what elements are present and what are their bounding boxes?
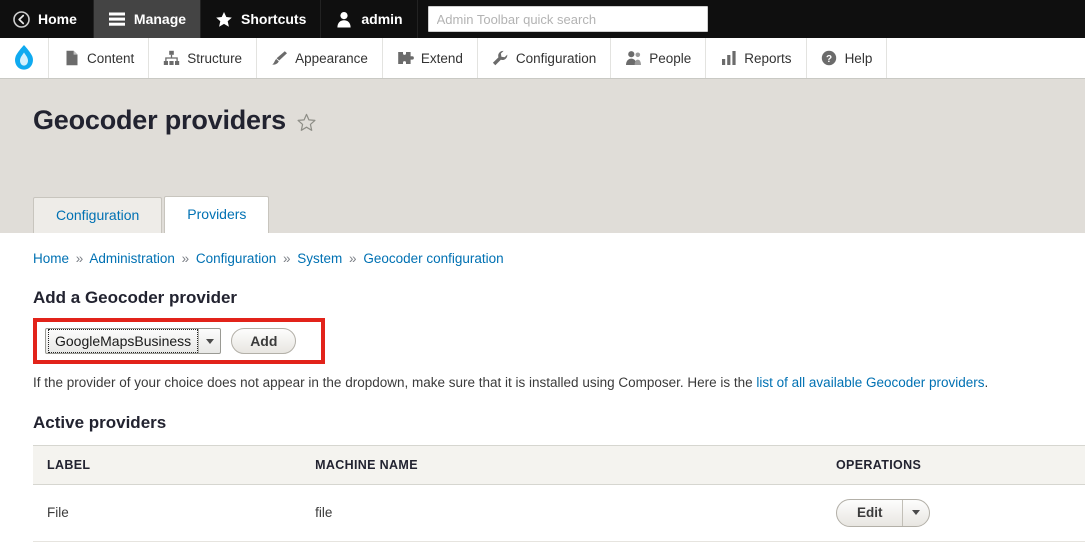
page-title-text: Geocoder providers (33, 105, 286, 135)
toolbar-item-home[interactable]: Home (0, 0, 94, 38)
people-icon (625, 50, 642, 67)
available-providers-link[interactable]: list of all available Geocoder providers (756, 375, 984, 390)
tab-providers[interactable]: Providers (164, 196, 270, 233)
toolbar-item-home-label: Home (38, 11, 77, 27)
star-icon (215, 10, 233, 28)
toolbar-item-shortcuts-label: Shortcuts (241, 11, 307, 27)
add-provider-help-text: If the provider of your choice does not … (33, 374, 1085, 393)
tab-configuration-label: Configuration (56, 207, 140, 223)
tab-configuration[interactable]: Configuration (33, 197, 163, 233)
cell-operations: Edit (821, 484, 1085, 542)
module-toolbar: Content Structure Appearance Extend Conf… (0, 38, 1085, 79)
user-icon (335, 10, 353, 28)
edit-dropbutton: Edit (835, 498, 931, 527)
admin-toolbar: Home Manage Shortcuts admin (0, 0, 1085, 38)
provider-select[interactable]: GoogleMapsBusiness (45, 328, 222, 354)
breadcrumb-item-geocoder-configuration[interactable]: Geocoder configuration (363, 251, 503, 266)
svg-text:?: ? (826, 54, 832, 65)
breadcrumb: Home » Administration » Configuration » … (33, 233, 1085, 266)
breadcrumb-item-configuration[interactable]: Configuration (196, 251, 276, 266)
puzzle-icon (397, 50, 414, 67)
cell-machine-name: file (301, 484, 822, 542)
menu-item-people[interactable]: People (611, 38, 707, 78)
add-provider-heading: Add a Geocoder provider (33, 288, 238, 307)
menu-item-appearance[interactable]: Appearance (257, 38, 383, 78)
menu-item-reports-label: Reports (744, 50, 792, 66)
bar-chart-icon (720, 50, 737, 67)
menu-item-extend-label: Extend (420, 50, 463, 66)
column-header-operations: OPERATIONS (821, 444, 1085, 485)
column-header-label: LABEL (33, 444, 302, 485)
breadcrumb-separator: » (75, 251, 84, 266)
breadcrumb-item-system[interactable]: System (297, 251, 342, 266)
wrench-icon (492, 50, 509, 67)
file-icon (63, 50, 80, 67)
cell-label: File (33, 484, 302, 542)
menu-item-reports[interactable]: Reports (706, 38, 807, 78)
main-content: Home » Administration » Configuration » … (0, 233, 1085, 542)
chevron-down-icon (198, 329, 220, 353)
column-header-machine-name: MACHINE NAME (301, 444, 822, 485)
hamburger-icon (108, 10, 126, 28)
toolbar-item-shortcuts[interactable]: Shortcuts (201, 0, 322, 38)
page-header-region: Geocoder providers Configuration Provide… (0, 79, 1085, 233)
search-input[interactable] (427, 6, 708, 32)
provider-select-value: GoogleMapsBusiness (48, 329, 199, 353)
help-text-after: . (984, 375, 989, 390)
menu-item-appearance-label: Appearance (295, 50, 368, 66)
tab-providers-label: Providers (187, 206, 247, 222)
star-outline-icon[interactable] (296, 113, 317, 133)
menu-item-content[interactable]: Content (49, 38, 150, 78)
menu-item-people-label: People (649, 50, 692, 66)
menu-item-help[interactable]: ? Help (807, 38, 888, 78)
help-text-before: If the provider of your choice does not … (33, 375, 757, 390)
menu-item-structure-label: Structure (187, 50, 243, 66)
toolbar-item-account-label: admin (361, 11, 403, 27)
active-providers-heading: Active providers (33, 412, 167, 432)
active-providers-table: LABEL MACHINE NAME OPERATIONS File file … (33, 444, 1085, 542)
back-circle-icon (12, 10, 30, 28)
module-toolbar-spacer (887, 38, 1085, 78)
menu-item-configuration[interactable]: Configuration (478, 38, 612, 78)
breadcrumb-separator: » (181, 251, 190, 266)
menu-item-extend[interactable]: Extend (383, 38, 478, 78)
edit-button[interactable]: Edit (837, 500, 903, 526)
paintbrush-icon (271, 50, 288, 67)
table-header-row: LABEL MACHINE NAME OPERATIONS (33, 444, 1085, 485)
menu-item-structure[interactable]: Structure (149, 38, 258, 78)
drupal-droplet-icon[interactable] (0, 38, 49, 78)
table-header: LABEL MACHINE NAME OPERATIONS (33, 444, 1085, 485)
breadcrumb-item-home[interactable]: Home (33, 251, 69, 266)
structure-icon (163, 50, 180, 67)
menu-item-configuration-label: Configuration (515, 50, 597, 66)
table-body: File file Edit (33, 484, 1085, 542)
breadcrumb-item-administration[interactable]: Administration (89, 251, 175, 266)
toolbar-item-account[interactable]: admin (321, 0, 418, 38)
breadcrumb-separator: » (282, 251, 291, 266)
add-provider-form-highlight: GoogleMapsBusiness Add (33, 318, 325, 364)
toolbar-item-manage-label: Manage (133, 11, 187, 27)
chevron-down-icon[interactable] (902, 499, 929, 526)
add-button[interactable]: Add (231, 328, 297, 354)
table-row: File file Edit (33, 484, 1085, 542)
toolbar-search-container (418, 0, 1085, 38)
toolbar-item-manage[interactable]: Manage (93, 0, 202, 38)
menu-item-content-label: Content (87, 50, 135, 66)
breadcrumb-separator: » (349, 251, 357, 266)
page-title: Geocoder providers (0, 79, 1085, 136)
question-circle-icon: ? (821, 50, 838, 67)
primary-tabs: Configuration Providers (33, 196, 271, 233)
menu-item-help-label: Help (844, 50, 873, 66)
